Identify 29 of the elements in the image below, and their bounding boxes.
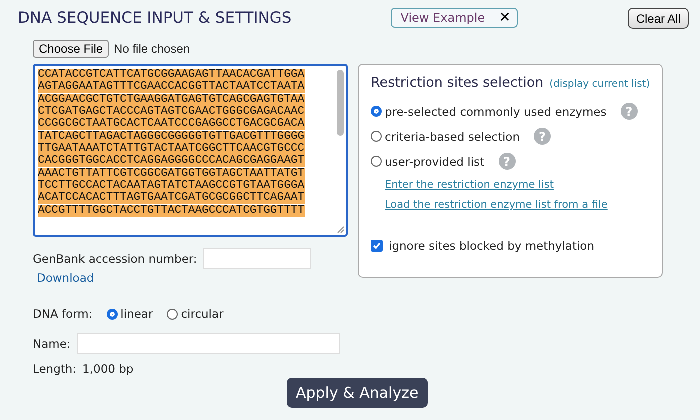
scrollbar-thumb[interactable] [337, 70, 344, 136]
resize-grip-icon[interactable] [337, 226, 345, 234]
length-value: 1,000 bp [82, 362, 134, 376]
genbank-label: GenBank accession number: [33, 252, 198, 266]
enzyme-option-radio[interactable]: user-provided list [371, 154, 485, 168]
apply-analyze-button[interactable]: Apply & Analyze [287, 378, 428, 408]
dna-form-radio[interactable]: circular [167, 307, 224, 321]
clear-all-button[interactable]: Clear All [628, 8, 689, 28]
checkmark-icon [372, 241, 382, 251]
choose-file-button[interactable]: Choose File [33, 40, 110, 58]
enzyme-option-radio[interactable]: pre-selected commonly used enzymes [371, 104, 607, 118]
panel-title: Restriction sites selection [371, 75, 544, 91]
display-list-link[interactable]: (display current list) [550, 79, 650, 90]
dna-form-label: DNA form: [33, 307, 93, 321]
close-icon[interactable]: ✕ [499, 10, 511, 26]
name-label: Name: [33, 336, 71, 350]
page-title: DNA SEQUENCE INPUT & SETTINGS [18, 9, 292, 27]
view-example-button[interactable]: View Example ✕ [390, 8, 518, 28]
length-label: Length: [33, 362, 77, 376]
file-status: No file chosen [114, 42, 190, 56]
sequence-field[interactable]: CCATACCGTCATTCATGCGGAAGAGTTAACACGATTGGA AGTAGGAATAGTTTCGAACCACGGTTACTAATCCTAATA ACGGAACGCTGTCTGAAGGATGAGTGTCAGCGAGTGTAA CTCGATGAGCTACCCAGTAGTCGAACTGGGCGAGACAAC CCGGCGCTAATGCACTCAATCCCGAGGCCTGACGCGACA TATCAGCTTAGACTAGGGCGGGGGTGTTGACGTTTGGGG TTGAATAAATCTATTGTACTAATCGGCTTCAACGTGCCC CACGGGTGGCACCTCAGGAGGGGCCCACAGCGAGGAAGT AAACTGTTATTCGTCGGCGATGGTGGTAGCTAATTATGT TCCTTGCCACTACAATAGTATCTAAGCCGTGTAATGGGA ACATCCACACTTTAGTGAATCGATGCGCGGCTTCAGAAT ACCGTTTTGGCTACCTGTTACTAAGCCCATCGTGGTTTT [33, 64, 348, 237]
enzyme-list-link[interactable]: Load the restriction enzyme list from a file [385, 199, 608, 211]
enzyme-option-radio[interactable]: criteria-based selection [371, 130, 520, 144]
dna-form-radio[interactable]: linear [106, 307, 154, 321]
methylation-checkbox[interactable]: ignore sites blocked by methylation [371, 239, 654, 253]
download-link[interactable]: Download [37, 271, 94, 285]
enzyme-list-link[interactable]: Enter the restriction enzyme list [385, 179, 554, 191]
name-input[interactable] [76, 333, 340, 354]
accession-input[interactable] [203, 248, 312, 269]
